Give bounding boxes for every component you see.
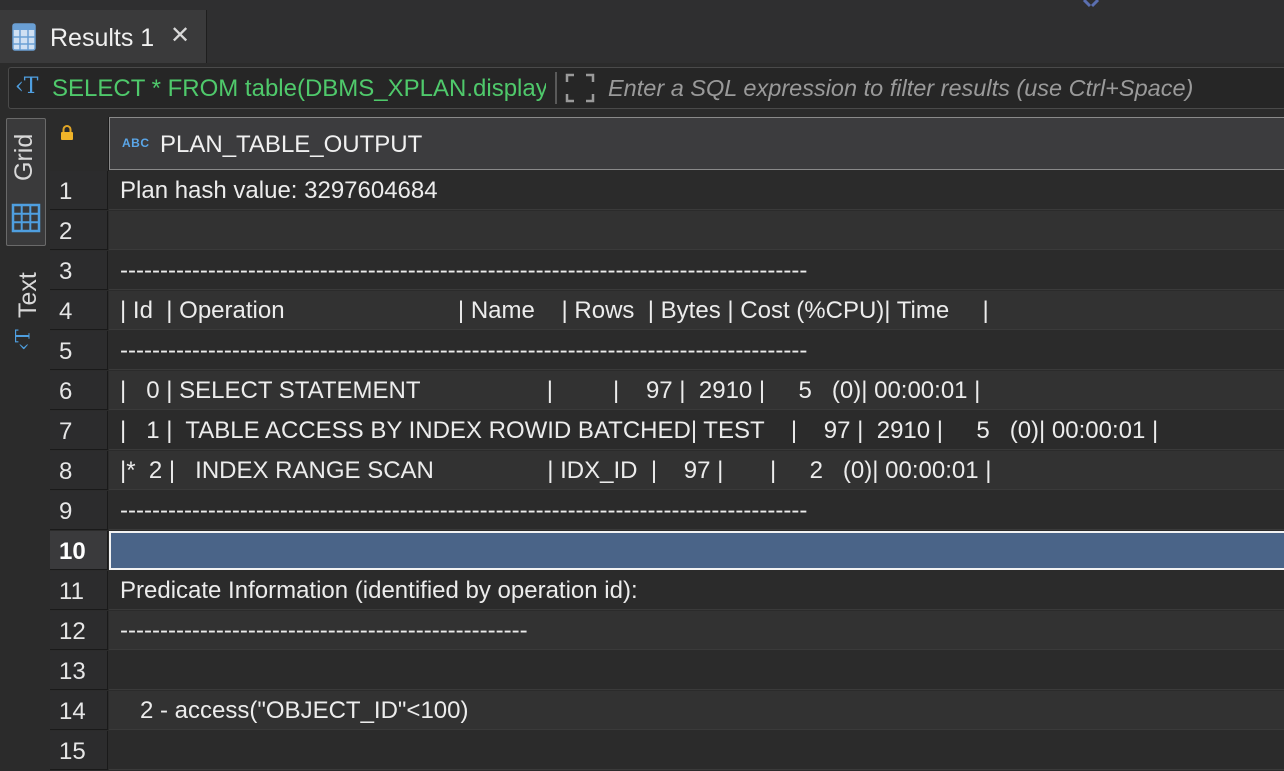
column-title: PLAN_TABLE_OUTPUT	[160, 131, 423, 158]
row-number[interactable]: 9	[50, 491, 108, 530]
results-tabbar: Results 1 ✕	[0, 0, 1284, 63]
filter-input[interactable]	[606, 70, 1284, 106]
table-row[interactable]: 14 2 - access("OBJECT_ID"<100)	[50, 691, 1284, 731]
tab-grid[interactable]: Grid	[6, 118, 46, 246]
grid-corner	[50, 117, 109, 171]
table-cell[interactable]: | Id | Operation | Name | Rows | Bytes |…	[109, 291, 1284, 330]
table-cell[interactable]: Plan hash value: 3297604684	[109, 171, 1284, 210]
table-cell[interactable]: | 0 | SELECT STATEMENT | | 97 | 2910 | 5…	[109, 371, 1284, 410]
table-row[interactable]: 6 | 0 | SELECT STATEMENT | | 97 | 2910 | …	[50, 371, 1284, 411]
table-cell[interactable]	[109, 651, 1284, 690]
tab-text[interactable]: Text	[14, 272, 43, 318]
table-cell[interactable]	[109, 531, 1284, 570]
table-row[interactable]: 1 Plan hash value: 3297604684	[50, 171, 1284, 211]
table-row[interactable]: 3 ---------------------------------------…	[50, 251, 1284, 291]
string-type-icon: ABC	[122, 136, 150, 150]
sql-query-text[interactable]: SELECT * FROM table(DBMS_XPLAN.display)	[52, 75, 546, 103]
sql-text-icon[interactable]: ‹T	[15, 74, 38, 99]
table-cell[interactable]: | 1 | TABLE ACCESS BY INDEX ROWID BATCHE…	[109, 411, 1284, 450]
table-row[interactable]: 13	[50, 651, 1284, 691]
divider	[555, 72, 557, 104]
table-row[interactable]: 8 |* 2 | INDEX RANGE SCAN | IDX_ID | 97 |…	[50, 451, 1284, 491]
filter-bar: ‹T SELECT * FROM table(DBMS_XPLAN.displa…	[8, 67, 1284, 109]
table-cell[interactable]: ----------------------------------------…	[109, 331, 1284, 370]
drag-handle-icon	[1082, 0, 1100, 8]
table-cell[interactable]	[109, 211, 1284, 250]
table-cell[interactable]: |* 2 | INDEX RANGE SCAN | IDX_ID | 97 | …	[109, 451, 1284, 490]
row-number[interactable]: 14	[50, 691, 108, 730]
expand-icon[interactable]	[564, 72, 596, 104]
table-row[interactable]: 10	[50, 531, 1284, 571]
table-cell[interactable]: 2 - access("OBJECT_ID"<100)	[109, 691, 1284, 730]
table-cell[interactable]: ----------------------------------------…	[109, 491, 1284, 530]
row-number[interactable]: 11	[50, 571, 108, 610]
table-cell[interactable]: ----------------------------------------…	[109, 611, 1284, 650]
grid-rows: 1 Plan hash value: 3297604684 2 3 ----------…	[50, 171, 1284, 771]
results-grid: ABC PLAN_TABLE_OUTPUT 1 Plan hash value: …	[50, 117, 1284, 770]
table-cell[interactable]	[109, 731, 1284, 770]
table-row[interactable]: 2	[50, 211, 1284, 251]
tab-results-1[interactable]: Results 1 ✕	[0, 10, 207, 63]
table-row[interactable]: 12 --------------------------------------…	[50, 611, 1284, 651]
table-row[interactable]: 9 ---------------------------------------…	[50, 491, 1284, 531]
grid-tab-label: Grid	[10, 133, 38, 181]
row-number[interactable]: 3	[50, 251, 108, 290]
row-number[interactable]: 12	[50, 611, 108, 650]
grid-icon	[11, 203, 41, 233]
table-row[interactable]: 7 | 1 | TABLE ACCESS BY INDEX ROWID BATCH…	[50, 411, 1284, 451]
row-number[interactable]: 6	[50, 371, 108, 410]
table-row[interactable]: 5 ---------------------------------------…	[50, 331, 1284, 371]
text-icon: ‹T	[10, 329, 35, 351]
table-cell[interactable]: Predicate Information (identified by ope…	[109, 571, 1284, 610]
row-number[interactable]: 1	[50, 171, 108, 210]
row-number[interactable]: 7	[50, 411, 108, 450]
table-row[interactable]: 11 Predicate Information (identified by o…	[50, 571, 1284, 611]
row-number[interactable]: 10	[50, 531, 108, 570]
table-icon	[12, 23, 36, 51]
row-number[interactable]: 8	[50, 451, 108, 490]
row-number[interactable]: 4	[50, 291, 108, 330]
row-number[interactable]: 15	[50, 731, 108, 770]
column-header-plan-table-output[interactable]: ABC PLAN_TABLE_OUTPUT	[109, 117, 1284, 170]
row-number[interactable]: 2	[50, 211, 108, 250]
row-number[interactable]: 5	[50, 331, 108, 370]
side-view-tabs: Grid Text ‹T	[0, 110, 50, 740]
close-icon[interactable]: ✕	[170, 24, 190, 48]
lock-icon	[61, 125, 73, 140]
row-number[interactable]: 13	[50, 651, 108, 690]
table-row[interactable]: 4 | Id | Operation | Name | Rows | Bytes …	[50, 291, 1284, 331]
tab-label: Results 1	[50, 24, 155, 52]
table-row[interactable]: 15	[50, 731, 1284, 771]
table-cell[interactable]: ----------------------------------------…	[109, 251, 1284, 290]
